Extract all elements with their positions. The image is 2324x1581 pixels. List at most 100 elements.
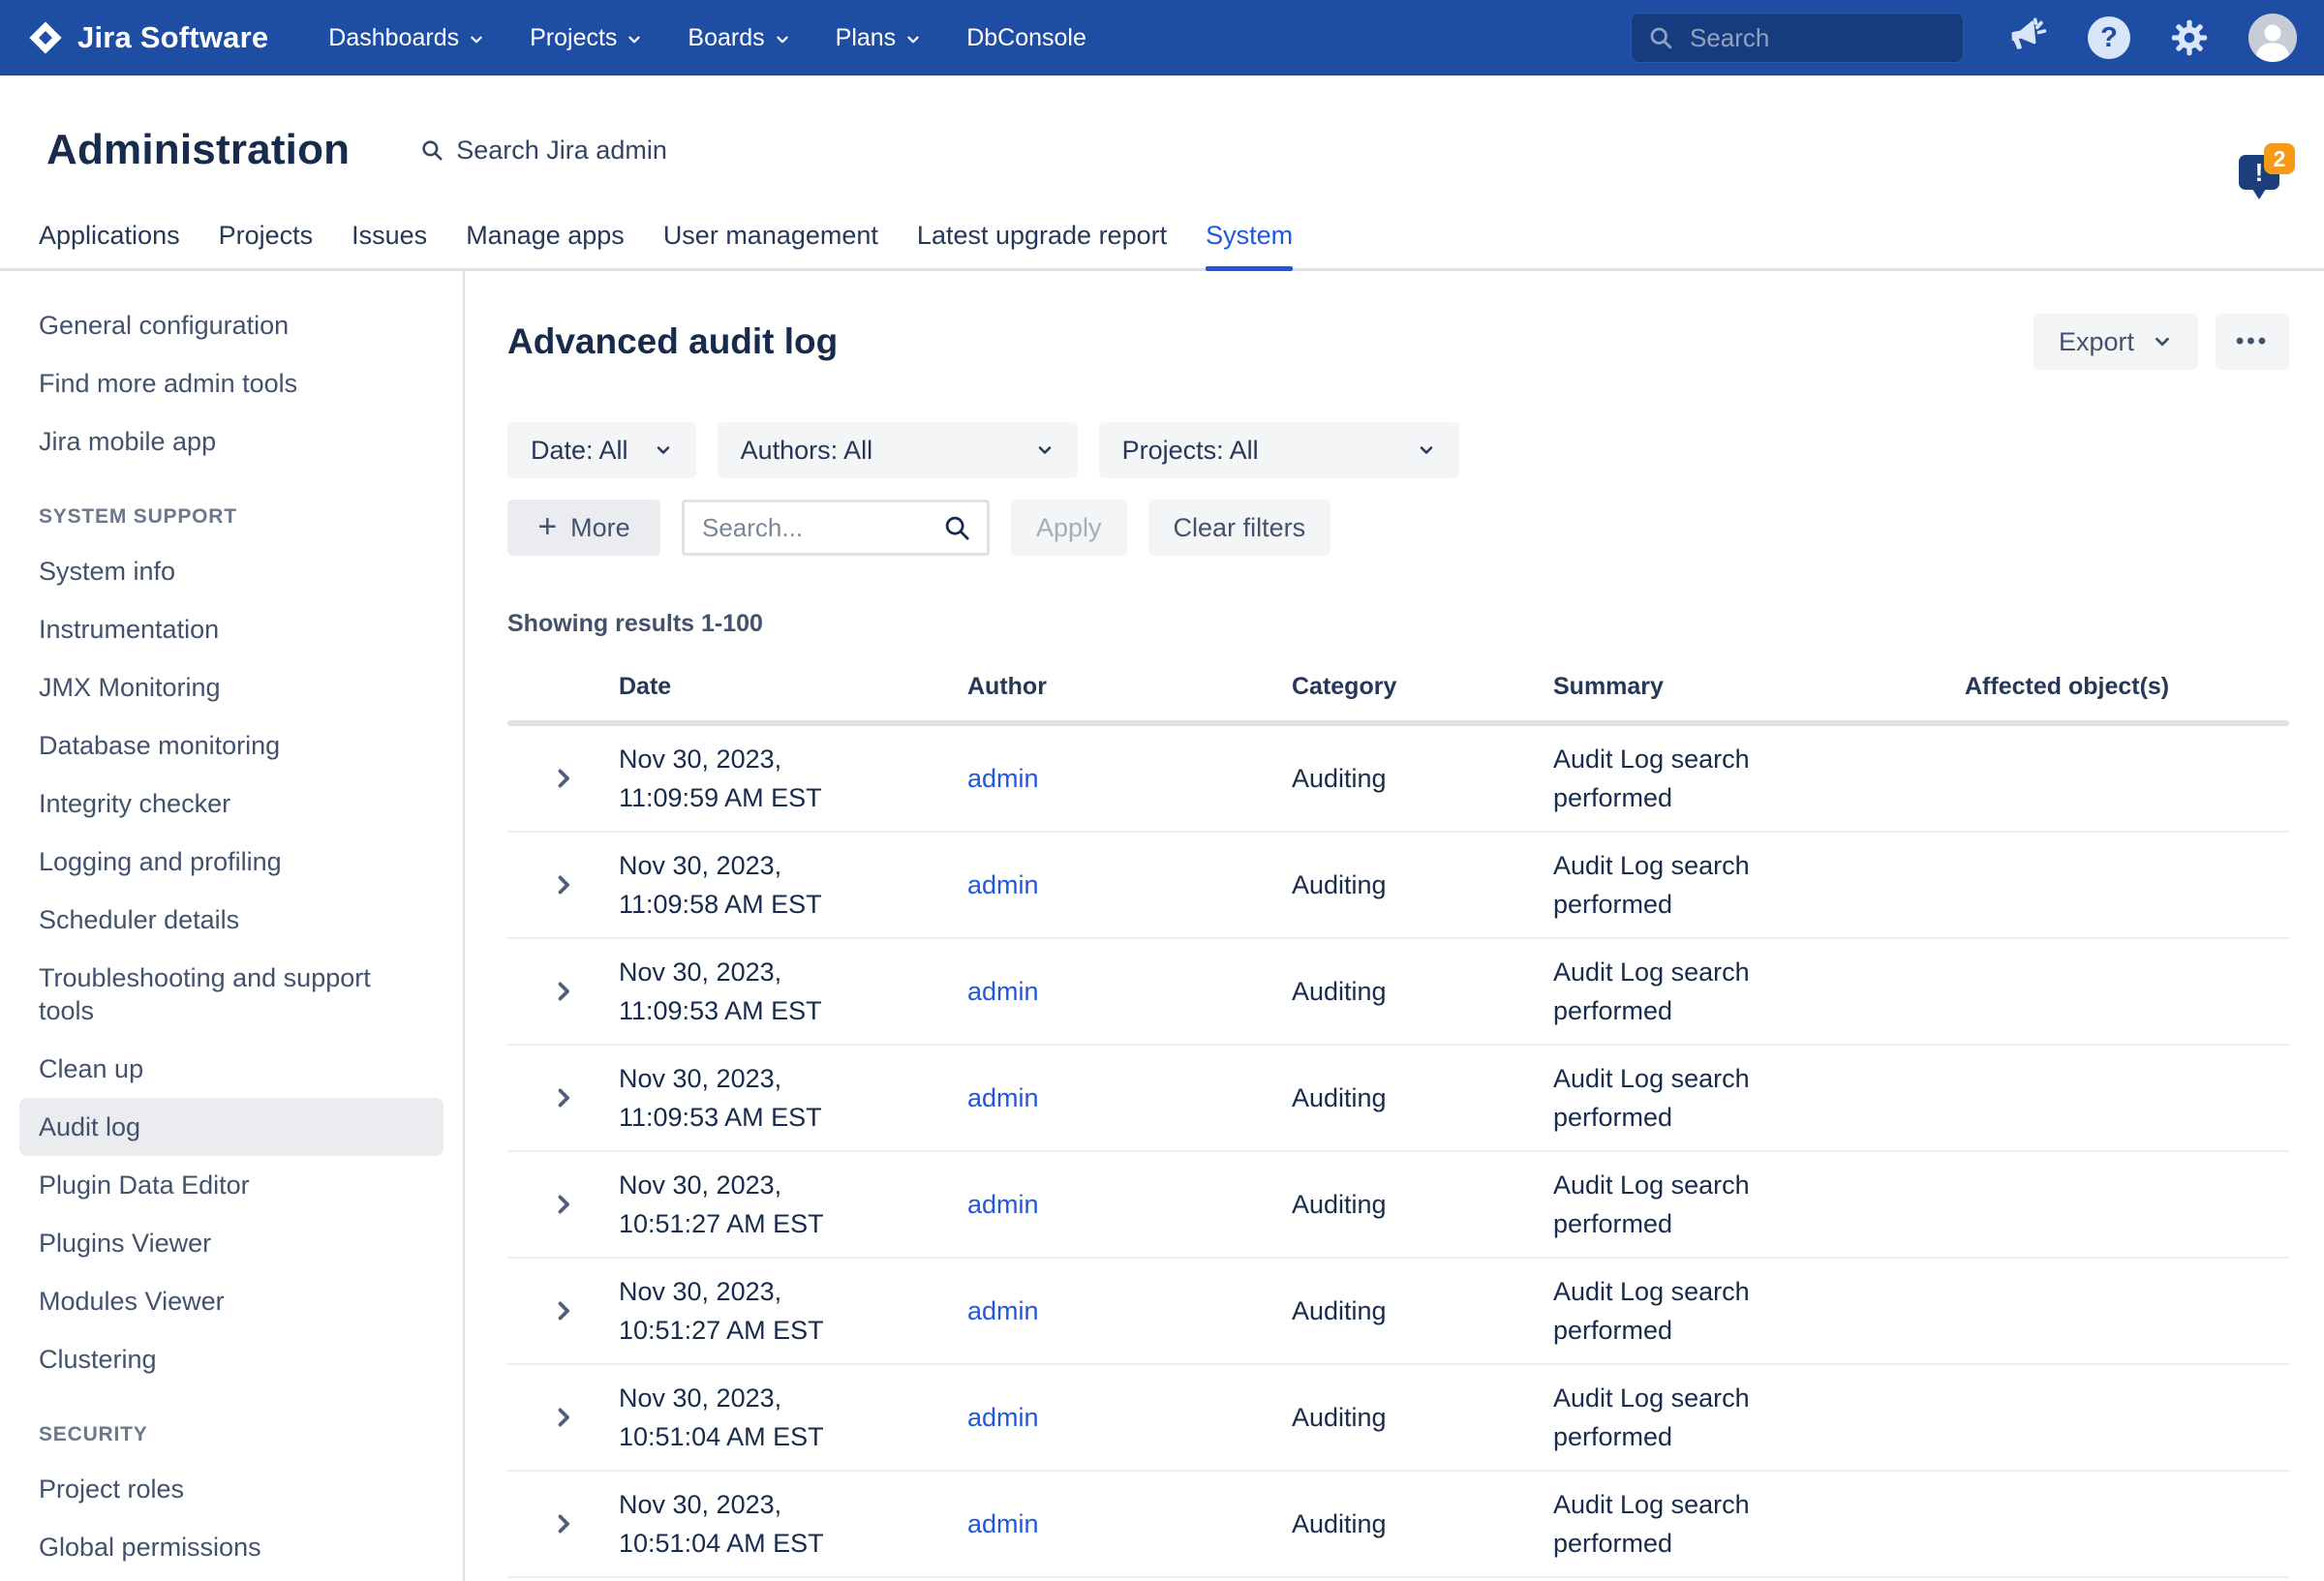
- chevron-right-icon: [550, 1510, 577, 1537]
- expand-row-button[interactable]: [507, 978, 619, 1005]
- nav-item-boards[interactable]: Boards: [688, 24, 790, 52]
- jira-logo[interactable]: Jira Software: [27, 19, 268, 56]
- sidebar-item-label: Global permissions: [39, 1533, 261, 1562]
- tab-user-management[interactable]: User management: [663, 221, 878, 268]
- expand-row-button[interactable]: [507, 765, 619, 792]
- sidebar-item-troubleshooting-and-support-tools[interactable]: Troubleshooting and support tools: [39, 949, 416, 1040]
- nav-item-plans[interactable]: Plans: [836, 24, 923, 52]
- author-link[interactable]: admin: [967, 1296, 1039, 1325]
- nav-item-projects[interactable]: Projects: [530, 24, 643, 52]
- sidebar-item-scheduler-details[interactable]: Scheduler details: [39, 891, 416, 949]
- authors-filter-dropdown[interactable]: Authors: All: [718, 422, 1078, 478]
- author-link[interactable]: admin: [967, 1509, 1039, 1538]
- cell-summary: Audit Log search performed: [1553, 740, 1839, 817]
- cell-summary: Audit Log search performed: [1553, 1166, 1839, 1243]
- tab-issues[interactable]: Issues: [352, 221, 427, 268]
- author-link[interactable]: admin: [967, 870, 1039, 899]
- user-avatar[interactable]: [2248, 14, 2297, 62]
- expand-row-button[interactable]: [507, 1084, 619, 1111]
- sidebar-item-database-monitoring[interactable]: Database monitoring: [39, 716, 416, 775]
- admin-header: Administration Search Jira admin: [0, 76, 2324, 174]
- sidebar-item-global-permissions[interactable]: Global permissions: [39, 1518, 416, 1576]
- bubble-tail: [2250, 186, 2268, 199]
- search-icon[interactable]: [942, 513, 971, 542]
- expand-row-button[interactable]: [507, 1404, 619, 1431]
- expand-row-button[interactable]: [507, 1510, 619, 1537]
- more-options-button[interactable]: •••: [2216, 314, 2289, 370]
- sidebar-item-label: Project roles: [39, 1475, 184, 1504]
- tab-latest-upgrade-report[interactable]: Latest upgrade report: [917, 221, 1167, 268]
- sidebar-item-modules-viewer[interactable]: Modules Viewer: [39, 1272, 416, 1330]
- cell-category: Auditing: [1292, 759, 1553, 798]
- sidebar-item-project-roles[interactable]: Project roles: [39, 1460, 416, 1518]
- tab-applications[interactable]: Applications: [39, 221, 180, 268]
- sidebar-item-jira-mobile-app[interactable]: Jira mobile app: [39, 412, 416, 471]
- export-button[interactable]: Export: [2034, 314, 2198, 370]
- tab-system[interactable]: System: [1206, 221, 1293, 268]
- sidebar-item-instrumentation[interactable]: Instrumentation: [39, 600, 416, 658]
- nav-item-dbconsole[interactable]: DbConsole: [966, 24, 1086, 52]
- cell-category: Auditing: [1292, 1505, 1553, 1543]
- expand-row-button[interactable]: [507, 1297, 619, 1324]
- page-title: Administration: [46, 126, 350, 174]
- notification-count-badge: 2: [2264, 143, 2295, 174]
- author-link[interactable]: admin: [967, 1190, 1039, 1219]
- more-filters-button[interactable]: + More: [507, 500, 660, 556]
- chevron-right-icon: [550, 978, 577, 1005]
- announcement-megaphone-icon[interactable]: [2006, 16, 2049, 59]
- expand-row-button[interactable]: [507, 871, 619, 898]
- projects-filter-dropdown[interactable]: Projects: All: [1099, 422, 1459, 478]
- admin-tabs: Applications Projects Issues Manage apps…: [0, 221, 2324, 271]
- date-filter-dropdown[interactable]: Date: All: [507, 422, 696, 478]
- cell-summary: Audit Log search performed: [1553, 1485, 1839, 1563]
- section-title: Advanced audit log: [507, 321, 838, 362]
- sidebar-item-system-info[interactable]: System info: [39, 542, 416, 600]
- top-navbar: Jira Software Dashboards Projects Boards…: [0, 0, 2324, 76]
- help-icon[interactable]: ?: [2088, 16, 2130, 59]
- author-link[interactable]: admin: [967, 977, 1039, 1006]
- column-header-summary: Summary: [1553, 673, 1965, 701]
- table-row: Nov 30, 2023, 11:09:59 AM EST admin Audi…: [507, 726, 2289, 833]
- author-link[interactable]: admin: [967, 1403, 1039, 1432]
- table-row: Nov 30, 2023, 10:51:27 AM EST admin Audi…: [507, 1152, 2289, 1259]
- jira-diamond-icon: [27, 19, 64, 56]
- navbar-search[interactable]: [1631, 13, 1964, 63]
- sidebar-item-plugins-viewer[interactable]: Plugins Viewer: [39, 1214, 416, 1272]
- sidebar-item-label: Modules Viewer: [39, 1287, 225, 1316]
- sidebar-item-audit-log[interactable]: Audit log: [19, 1098, 443, 1156]
- tab-label: System: [1206, 221, 1293, 250]
- tab-projects[interactable]: Projects: [219, 221, 314, 268]
- sidebar-item-general-configuration[interactable]: General configuration: [39, 296, 416, 354]
- clear-filters-button[interactable]: Clear filters: [1148, 500, 1331, 556]
- sidebar-item-clean-up[interactable]: Clean up: [39, 1040, 416, 1098]
- sidebar-item-logging-and-profiling[interactable]: Logging and profiling: [39, 833, 416, 891]
- filter-search-input[interactable]: [700, 512, 933, 544]
- tab-manage-apps[interactable]: Manage apps: [466, 221, 625, 268]
- author-link[interactable]: admin: [967, 764, 1039, 793]
- sidebar-item-label: General configuration: [39, 311, 289, 340]
- apply-label: Apply: [1036, 513, 1102, 543]
- navbar-search-input[interactable]: [1688, 22, 1947, 54]
- expand-row-button[interactable]: [507, 1191, 619, 1218]
- settings-gear-icon[interactable]: [2169, 17, 2210, 58]
- sidebar-item-jmx-monitoring[interactable]: JMX Monitoring: [39, 658, 416, 716]
- cell-date: Nov 30, 2023, 11:09:59 AM EST: [619, 740, 861, 817]
- author-link[interactable]: admin: [967, 1083, 1039, 1112]
- audit-log-table: Date Author Category Summary Affected ob…: [507, 673, 2289, 1578]
- feedback-notification-button[interactable]: ! 2: [2239, 143, 2295, 203]
- nav-item-label: Dashboards: [328, 24, 459, 52]
- sidebar-item-label: Clustering: [39, 1345, 157, 1374]
- sidebar-item-clustering[interactable]: Clustering: [39, 1330, 416, 1388]
- admin-search[interactable]: Search Jira admin: [419, 136, 667, 166]
- cell-category: Auditing: [1292, 866, 1553, 904]
- sidebar-item-integrity-checker[interactable]: Integrity checker: [39, 775, 416, 833]
- table-row: Nov 30, 2023, 10:51:04 AM EST admin Audi…: [507, 1365, 2289, 1472]
- sidebar-item-find-more-admin-tools[interactable]: Find more admin tools: [39, 354, 416, 412]
- cell-date: Nov 30, 2023, 11:09:53 AM EST: [619, 1059, 861, 1137]
- nav-item-dashboards[interactable]: Dashboards: [328, 24, 485, 52]
- nav-item-label: Boards: [688, 24, 764, 52]
- apply-button[interactable]: Apply: [1011, 500, 1127, 556]
- sidebar-item-label: Plugins Viewer: [39, 1229, 211, 1258]
- sidebar-item-plugin-data-editor[interactable]: Plugin Data Editor: [39, 1156, 416, 1214]
- sidebar-item-label: Scheduler details: [39, 905, 239, 934]
